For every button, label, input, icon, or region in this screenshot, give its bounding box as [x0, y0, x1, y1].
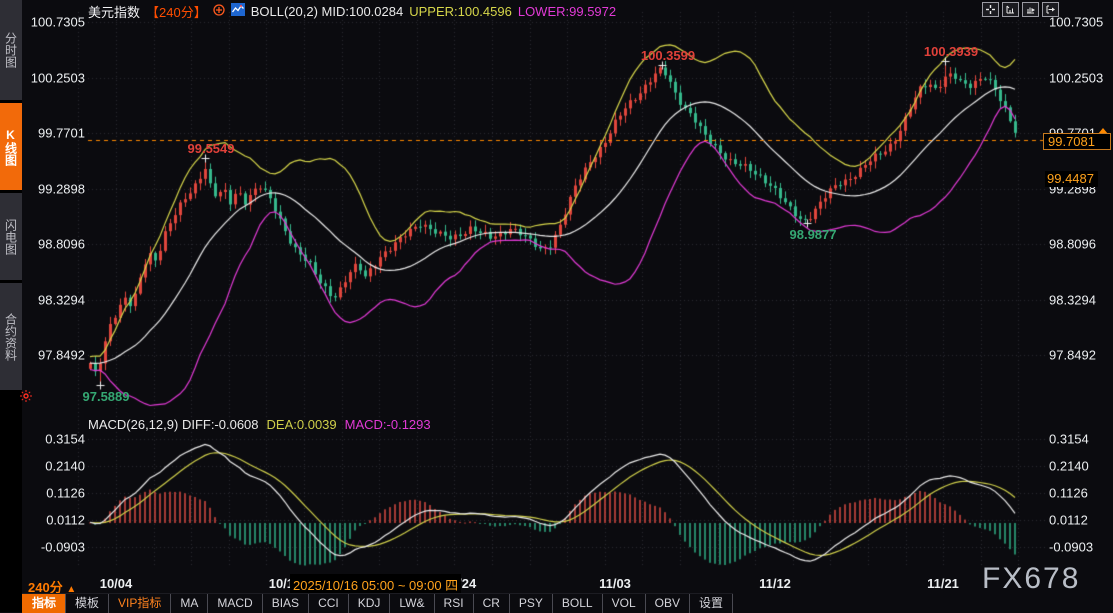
pan-latest-button[interactable] — [1042, 2, 1059, 17]
high-extreme-label: 100.3939 — [924, 44, 978, 59]
toolbar-button-设置[interactable]: 设置 — [689, 594, 733, 613]
toolbar-button-BOLL[interactable]: BOLL — [552, 594, 602, 613]
symbol-name: 美元指数 — [88, 2, 140, 21]
price-axis-label-left: 98.3294 — [26, 292, 85, 307]
boll-upper-value: UPPER:100.4596 — [409, 4, 512, 19]
price-axis-label-left: 99.2898 — [26, 181, 85, 196]
sidebar-tab-3[interactable]: 闪电图 — [0, 193, 22, 280]
auto-scale-icon — [1026, 1, 1035, 19]
crosshair-button[interactable] — [982, 2, 999, 17]
toolbar-button-VIP指标[interactable]: VIP指标 — [108, 594, 170, 613]
sidebar-tab-1[interactable]: 分时图 — [0, 0, 22, 100]
low-extreme-label: 98.9877 — [790, 227, 837, 242]
pan-latest-icon — [1046, 1, 1055, 19]
date-axis-label: 10/04 — [100, 576, 133, 591]
indicator-toolbar: 指标模板VIP指标MAMACDBIASCCIKDJLW&RSICRPSYBOLL… — [22, 593, 733, 613]
macd-axis-label-left: -0.0903 — [26, 540, 85, 555]
sidebar-tab-2[interactable]: K线图 — [0, 103, 22, 190]
hot-indicator-icon — [20, 389, 32, 407]
price-axis-label-right: 98.8096 — [1049, 237, 1096, 252]
macd-macd-value: MACD:-0.1293 — [345, 417, 431, 432]
macd-header: MACD(26,12,9) DIFF:-0.0608 DEA:0.0039 MA… — [88, 417, 431, 432]
macd-axis-label-right: 0.2140 — [1049, 459, 1089, 474]
price-axis-label-right: 98.3294 — [1049, 292, 1096, 307]
toolbar-button-RSI[interactable]: RSI — [434, 594, 473, 613]
macd-axis-label-left: 0.2140 — [26, 459, 85, 474]
high-extreme-label: 100.3599 — [641, 48, 695, 63]
macd-dea-value: DEA:0.0039 — [267, 417, 337, 432]
toolbar-button-KDJ[interactable]: KDJ — [348, 594, 390, 613]
date-axis-label: 11/12 — [759, 576, 791, 591]
toolbar-button-OBV[interactable]: OBV — [645, 594, 689, 613]
date-axis-label: 11/03 — [599, 576, 631, 591]
toolbar-button-MA[interactable]: MA — [170, 594, 207, 613]
macd-axis-label-right: 0.3154 — [1049, 432, 1089, 447]
macd-axis-label-right: 0.1126 — [1049, 486, 1088, 501]
price-axis-label-right: 100.2503 — [1049, 70, 1103, 85]
chart-type-icon[interactable] — [231, 3, 245, 19]
macd-axis-label-right: -0.0903 — [1049, 540, 1093, 555]
crosshair-icon — [986, 1, 995, 19]
price-axis-label-left: 100.7305 — [26, 15, 85, 30]
toolbar-button-PSY[interactable]: PSY — [509, 594, 552, 613]
price-axis-label-left: 97.8492 — [26, 348, 85, 363]
current-price-badge: 99.7081 — [1043, 133, 1111, 150]
toolbar-button-CCI[interactable]: CCI — [308, 594, 348, 613]
toolbar-button-模板[interactable]: 模板 — [65, 594, 108, 613]
chart-tool-buttons — [982, 2, 1059, 17]
price-axis-label-right: 97.8492 — [1049, 348, 1096, 363]
boll-label: BOLL(20,2) MID:100.0284 — [251, 4, 404, 19]
candle-tooltip: 2025/10/16 05:00 ~ 09:00 四 — [290, 574, 461, 595]
toolbar-button-指标[interactable]: 指标 — [22, 594, 65, 613]
macd-title: MACD(26,12,9) DIFF:-0.0608 — [88, 417, 259, 432]
date-axis-label: 11/21 — [927, 576, 959, 591]
period-label: 【240分】 — [146, 2, 207, 21]
add-indicator-icon[interactable] — [213, 4, 225, 19]
price-axis-label-left: 99.7701 — [26, 126, 85, 141]
toolbar-button-LW&[interactable]: LW& — [389, 594, 433, 613]
secondary-price-badge: 99.4487 — [1045, 171, 1098, 187]
auto-scale-button[interactable] — [1022, 2, 1039, 17]
macd-axis-label-left: 0.1126 — [26, 486, 85, 501]
toolbar-button-VOL[interactable]: VOL — [602, 594, 645, 613]
toolbar-button-BIAS[interactable]: BIAS — [262, 594, 308, 613]
toolbar-button-MACD[interactable]: MACD — [207, 594, 261, 613]
zoom-fit-icon — [1006, 1, 1015, 19]
price-axis-label-left: 100.2503 — [26, 70, 85, 85]
chart-header: 美元指数 【240分】 BOLL(20,2) MID:100.0284 UPPE… — [88, 3, 616, 19]
toolbar-button-CR[interactable]: CR — [473, 594, 509, 613]
sidebar: 分时图 K线图闪电图合约资料 — [0, 0, 22, 612]
watermark: FX678 — [982, 562, 1080, 596]
price-chart-canvas[interactable] — [0, 0, 1113, 612]
price-axis-label-left: 98.8096 — [26, 237, 85, 252]
high-extreme-label: 99.5549 — [188, 141, 235, 156]
low-extreme-label: 97.5889 — [83, 389, 130, 404]
macd-axis-label-left: 0.3154 — [26, 432, 85, 447]
macd-axis-label-right: 0.0112 — [1049, 513, 1088, 528]
macd-axis-label-left: 0.0112 — [26, 513, 85, 528]
sidebar-tab-4[interactable]: 合约资料 — [0, 283, 22, 390]
zoom-fit-button[interactable] — [1002, 2, 1019, 17]
boll-lower-value: LOWER:99.5972 — [518, 4, 616, 19]
